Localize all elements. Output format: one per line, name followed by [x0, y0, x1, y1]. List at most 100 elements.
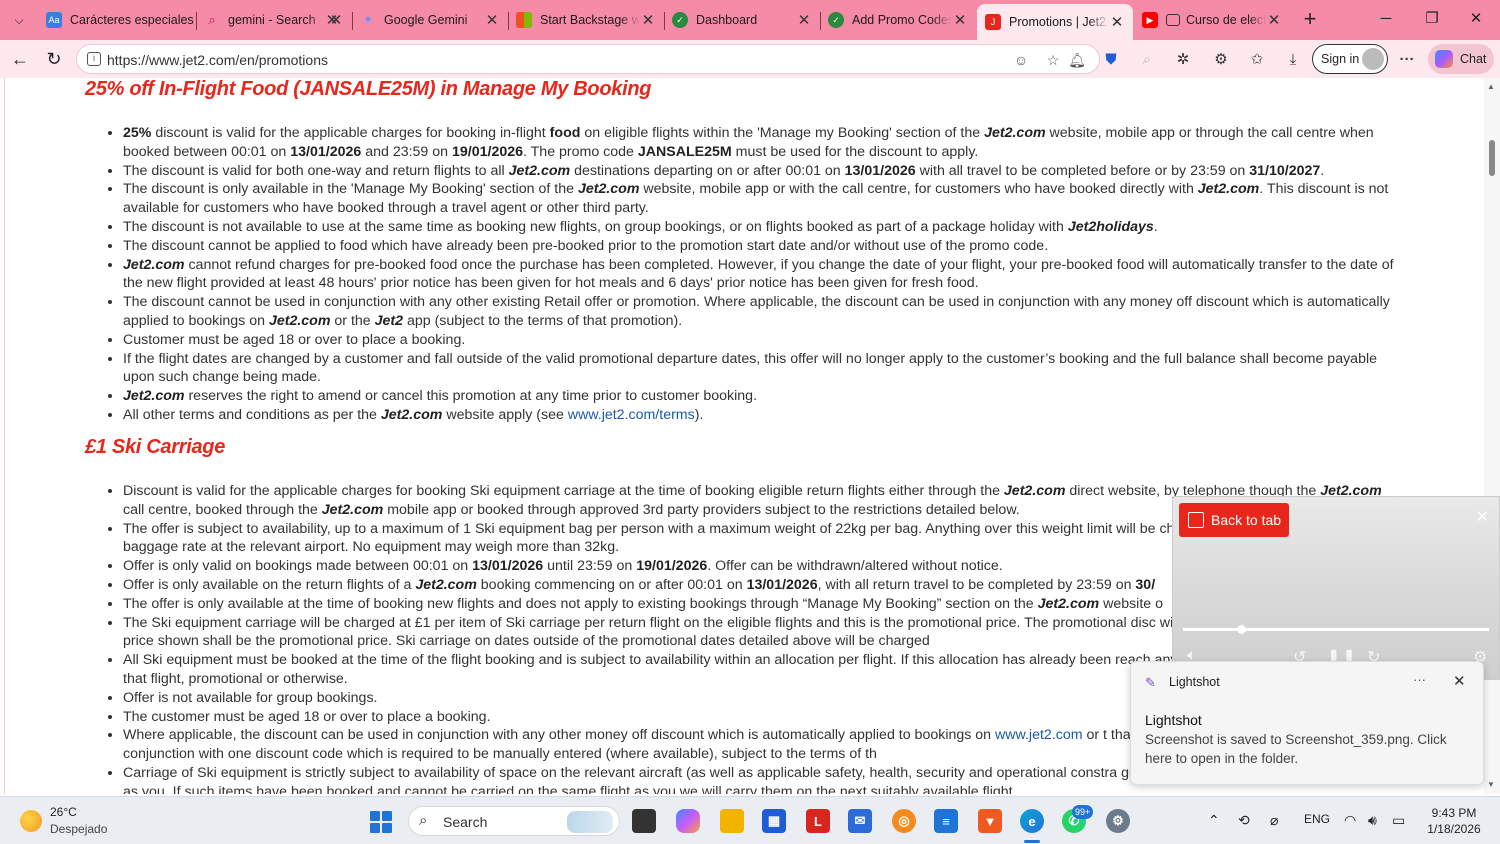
back-to-tab-label: Back to tab — [1211, 512, 1282, 528]
seek-handle[interactable] — [1237, 625, 1247, 634]
new-tab-button[interactable]: + — [1298, 8, 1322, 32]
more-options-icon[interactable]: ··· — [1413, 672, 1426, 687]
url-text[interactable]: https://www.jet2.com/en/promotions — [107, 52, 328, 68]
browser-tab[interactable]: ✓ Add Promo Codes ✕ — [820, 6, 976, 34]
browser-tab[interactable]: Start Backstage with ✕ — [508, 6, 664, 34]
seek-progress — [1183, 628, 1242, 631]
wifi-icon[interactable]: ◠ — [1344, 812, 1356, 829]
more-menu-icon[interactable]: ··· — [1396, 49, 1418, 71]
language-indicator[interactable]: ENG — [1304, 812, 1330, 826]
list-item: The discount is valid for both one-way a… — [123, 162, 1405, 181]
app-l-icon[interactable]: L — [806, 809, 830, 833]
back-icon[interactable]: ← — [8, 48, 32, 70]
refresh-icon[interactable]: ↻ — [42, 48, 66, 70]
browser-tab[interactable]: ✦ Google Gemini ✕ — [352, 6, 508, 34]
restore-button[interactable]: ❐ — [1412, 6, 1452, 32]
close-tab-icon[interactable]: ✕ — [796, 11, 812, 29]
avatar — [1362, 48, 1384, 70]
browser-essentials-icon[interactable]: ⚙ — [1210, 49, 1232, 71]
favorite-star-icon[interactable]: ☆ — [1043, 50, 1063, 70]
list-item: The discount is only available in the 'M… — [123, 180, 1405, 218]
reader-mode-icon[interactable]: ☺ — [1011, 50, 1031, 70]
browser-tab[interactable]: ▶ Curso de electricidad ✕ — [1134, 6, 1290, 34]
close-window-button[interactable]: ✕ — [1456, 6, 1496, 32]
display-icon[interactable]: ⌀ — [1270, 812, 1278, 829]
browser-tab[interactable]: ✓ Dashboard ✕ — [664, 6, 820, 34]
brave-icon[interactable]: ▼ — [978, 809, 1002, 833]
battery-icon[interactable]: ▭ — [1392, 812, 1405, 829]
picture-in-picture-window[interactable]: Back to tab ✕ 🔈︎ ↺ ❚❚ ↻ ⚙ — [1172, 496, 1500, 680]
close-tab-icon[interactable]: ✕ — [328, 11, 344, 29]
address-bar[interactable]: i https://www.jet2.com/en/promotions ☺ ☆… — [76, 44, 1100, 74]
weather-sun-icon — [20, 810, 42, 832]
extensions-icon[interactable]: ✲ — [1172, 49, 1194, 71]
list-item: If the flight dates are changed by a cus… — [123, 350, 1405, 388]
tab-title: Start Backstage with — [540, 13, 640, 27]
settings-icon[interactable]: ⚙ — [1106, 809, 1130, 833]
close-tab-icon[interactable]: ✕ — [640, 11, 656, 29]
terms-link[interactable]: www.jet2.com/terms — [568, 407, 695, 423]
lightshot-icon: ✎ — [1145, 675, 1156, 690]
browser-tab[interactable]: ⌕ gemini - Search ✕ — [196, 6, 352, 34]
site-info-icon[interactable]: i — [87, 52, 101, 66]
copilot-icon[interactable] — [676, 809, 700, 833]
clock-time: 9:43 PM — [1431, 806, 1477, 820]
copilot-chat-button[interactable]: Chat — [1428, 44, 1494, 74]
toast-message[interactable]: Screenshot is saved to Screenshot_359.pn… — [1145, 730, 1465, 768]
close-icon[interactable]: ✕ — [1476, 507, 1489, 527]
scroll-down-icon[interactable]: ▼ — [1487, 780, 1495, 789]
tab-title: Google Gemini — [384, 13, 468, 27]
shield-icon[interactable]: ⛊ — [1100, 49, 1122, 71]
outlook-icon[interactable]: ✉ — [848, 809, 872, 833]
minimize-button[interactable]: ─ — [1366, 6, 1406, 32]
close-tab-icon[interactable]: ✕ — [1266, 11, 1282, 29]
list-item: All other terms and conditions as per th… — [123, 406, 1405, 425]
chevron-up-icon[interactable]: ⌃ — [1208, 812, 1220, 829]
start-button[interactable] — [370, 811, 392, 833]
store-icon[interactable]: ▦ — [762, 809, 786, 833]
chrome-like-icon[interactable]: ◎ — [892, 809, 916, 833]
tab-title: Promotions | Jet2.com — [1009, 15, 1109, 29]
scroll-up-icon[interactable]: ▲ — [1487, 82, 1495, 91]
close-tab-icon[interactable]: ✕ — [952, 11, 968, 29]
search-extension-icon[interactable]: ⌕ — [1136, 49, 1158, 71]
favorites-icon[interactable]: ✩ — [1246, 49, 1268, 71]
browser-tab-active[interactable]: J Promotions | Jet2.com ✕ — [977, 4, 1133, 40]
clock-date: 1/18/2026 — [1427, 822, 1481, 836]
toast-app-name: Lightshot — [1169, 675, 1220, 689]
microsoft-icon — [516, 12, 532, 28]
sign-in-button[interactable]: Sign in — [1312, 44, 1388, 74]
sync-icon[interactable]: ⟲ — [1238, 812, 1250, 829]
scrollbar-thumb[interactable] — [1489, 140, 1495, 176]
notepad-icon[interactable]: ≡ — [934, 809, 958, 833]
close-tab-icon[interactable]: ✕ — [484, 11, 500, 29]
search-highlight-image — [567, 811, 613, 833]
page-scrollbar[interactable]: ▲ ▼ — [1484, 78, 1500, 794]
check-icon: ✓ — [828, 12, 844, 28]
clock[interactable]: 9:43 PM 1/18/2026 — [1426, 805, 1482, 837]
back-to-tab-icon — [1188, 512, 1204, 528]
jet2-link[interactable]: www.jet2.com — [995, 727, 1083, 743]
back-to-tab-button[interactable]: Back to tab — [1179, 503, 1289, 537]
active-app-indicator — [1024, 840, 1040, 843]
tab-title: Add Promo Codes — [852, 13, 952, 27]
gemini-icon: ✦ — [362, 12, 374, 27]
tab-list-button[interactable]: ⌵ — [8, 8, 30, 32]
volume-icon[interactable]: 🔊︎ — [1368, 812, 1377, 829]
notification-bell-icon[interactable]: 🔔︎ — [1067, 50, 1087, 70]
taskbar-search[interactable]: ⌕ Search — [408, 806, 620, 836]
notification-toast[interactable]: ✎ Lightshot ··· ✕ Lightshot Screenshot i… — [1130, 661, 1484, 785]
edge-icon[interactable]: e — [1020, 809, 1044, 833]
tab-title: gemini - Search — [228, 13, 316, 27]
picture-in-picture-icon — [1166, 14, 1180, 26]
downloads-icon[interactable]: ⤓ — [1282, 49, 1304, 71]
sign-in-label: Sign in — [1321, 52, 1360, 66]
video-seek-bar[interactable] — [1183, 625, 1489, 634]
chat-label: Chat — [1460, 52, 1487, 66]
close-icon[interactable]: ✕ — [1453, 672, 1466, 690]
browser-toolbar: ← ↻ i https://www.jet2.com/en/promotions… — [0, 40, 1500, 78]
list-item: Jet2.com reserves the right to amend or … — [123, 387, 1405, 406]
file-explorer-icon[interactable] — [720, 809, 744, 833]
task-view-icon[interactable] — [632, 809, 656, 833]
close-tab-icon[interactable]: ✕ — [1109, 13, 1125, 31]
